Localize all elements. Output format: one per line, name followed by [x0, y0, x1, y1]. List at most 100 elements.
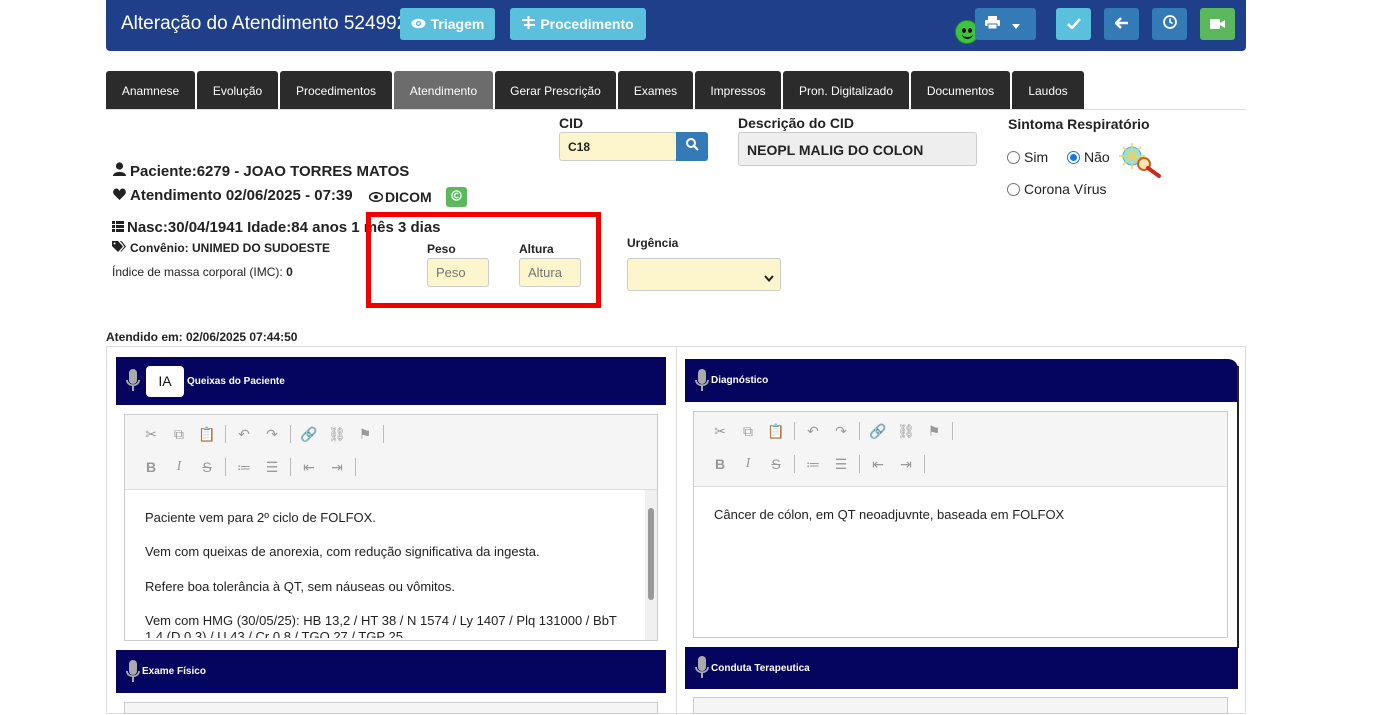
tab-impressos[interactable]: Impressos — [695, 71, 781, 110]
queixas-title: Queixas do Paciente — [187, 375, 285, 387]
cid-desc-field: NEOPL MALIG DO COLON — [738, 132, 977, 166]
triagem-button[interactable]: Triagem — [400, 8, 495, 40]
unlink-icon[interactable]: ⛓ — [323, 426, 351, 443]
tab-pron-digitalizado[interactable]: Pron. Digitalizado — [783, 71, 909, 110]
unlink-icon[interactable]: ⛓ — [892, 423, 920, 440]
urgencia-label: Urgência — [627, 236, 679, 250]
queixas-editor[interactable]: ✂ ⧉ 📋 ↶ ↷ 🔗 ⛓ ⚑ B I S ≔ ☰ ⇤ ⇥ Paciente v… — [124, 414, 658, 641]
tab-procedimentos[interactable]: Procedimentos — [280, 71, 392, 110]
cid-value: C18 — [568, 140, 591, 154]
ordered-list-icon[interactable]: ≔ — [799, 456, 827, 473]
bullet-list-icon[interactable]: ☰ — [827, 456, 855, 473]
microphone-icon[interactable] — [124, 368, 142, 394]
atendido-em: Atendido em: 02/06/2025 07:44:50 — [106, 330, 298, 344]
sintoma-nao-radio[interactable]: Não — [1067, 149, 1110, 165]
paste-icon[interactable]: 📋 — [762, 423, 790, 440]
editor-toolbar: ✂ ⧉ 📋 ↶ ↷ 🔗 ⛓ ⚑ B I S ≔ ☰ ⇤ ⇥ — [125, 415, 657, 490]
paste-icon[interactable]: 📋 — [193, 426, 221, 443]
cid-input[interactable]: C18 — [559, 132, 677, 161]
outdent-icon[interactable]: ⇤ — [864, 456, 892, 473]
italic-icon[interactable]: I — [734, 456, 762, 472]
cid-desc-value: NEOPL MALIG DO COLON — [747, 142, 924, 158]
altura-input[interactable] — [519, 258, 581, 287]
microphone-icon[interactable] — [693, 655, 711, 681]
dicom-label: DICOM — [385, 189, 432, 205]
history-button[interactable] — [1152, 8, 1187, 40]
back-button[interactable] — [1104, 8, 1139, 40]
exame-fisico-editor[interactable] — [124, 702, 658, 714]
dicom-link[interactable]: DICOM — [368, 189, 432, 205]
cut-icon[interactable]: ✂ — [706, 423, 734, 440]
eye-icon — [368, 189, 384, 205]
radio-unchecked — [1007, 182, 1020, 196]
flag-icon[interactable]: ⚑ — [351, 426, 379, 443]
cid-search-button[interactable] — [676, 132, 708, 161]
convenio-row: Convênio: UNIMED DO SUDOESTE — [112, 241, 330, 255]
video-call-button[interactable] — [1200, 8, 1235, 40]
patient-name-row: Paciente:6279 - JOAO TORRES MATOS — [113, 162, 409, 180]
scrollbar-thumb[interactable] — [648, 508, 654, 600]
tab-documentos[interactable]: Documentos — [911, 71, 1010, 110]
page-title: Alteração do Atendimento 524992 — [121, 13, 408, 34]
ia-button[interactable]: IA — [146, 365, 184, 397]
bullet-list-icon[interactable]: ☰ — [258, 459, 286, 476]
procedimento-label: Procedimento — [540, 16, 634, 32]
diagnostico-shadow — [1237, 366, 1239, 648]
user-icon — [113, 162, 126, 180]
link-icon[interactable]: 🔗 — [864, 423, 892, 440]
radio-unchecked — [1007, 150, 1020, 164]
exame-fisico-title: Exame Físico — [142, 666, 206, 677]
conduta-header: Conduta Terapeutica — [685, 647, 1238, 689]
procedimento-button[interactable]: Procedimento — [510, 8, 646, 40]
caret-down-icon — [1012, 16, 1020, 33]
diagnostico-editor[interactable]: ✂ ⧉ 📋 ↶ ↷ 🔗 ⛓ ⚑ B I S ≔ ☰ ⇤ ⇥ Câncer de … — [693, 411, 1228, 638]
microphone-icon[interactable] — [693, 368, 711, 394]
conduta-editor[interactable] — [693, 697, 1228, 714]
strike-icon[interactable]: S — [762, 456, 790, 472]
redo-icon[interactable]: ↷ — [258, 426, 286, 443]
bold-icon[interactable]: B — [137, 459, 165, 475]
flag-icon[interactable]: ⚑ — [920, 423, 948, 440]
nao-label: Não — [1084, 149, 1110, 165]
tab-exames[interactable]: Exames — [618, 71, 693, 110]
dicom-open-button[interactable] — [446, 187, 467, 207]
peso-label: Peso — [427, 242, 456, 256]
cid-desc-label: Descrição do CID — [738, 115, 854, 131]
indent-icon[interactable]: ⇥ — [323, 459, 351, 476]
bold-icon[interactable]: B — [706, 456, 734, 472]
link-icon[interactable]: 🔗 — [295, 426, 323, 443]
print-button[interactable] — [975, 8, 1036, 40]
peso-input[interactable] — [427, 258, 489, 287]
undo-icon[interactable]: ↶ — [799, 423, 827, 440]
tab-gerar-prescricao[interactable]: Gerar Prescrição — [495, 71, 616, 110]
procedure-icon — [522, 16, 536, 32]
copy-icon[interactable]: ⧉ — [734, 423, 762, 440]
confirm-button[interactable] — [1056, 8, 1091, 40]
tab-anamnese[interactable]: Anamnese — [106, 71, 195, 110]
sintoma-sim-radio[interactable]: Sim — [1007, 149, 1048, 165]
imc-row: Índice de massa corporal (IMC): 0 — [112, 265, 293, 279]
patient-name: Paciente:6279 - JOAO TORRES MATOS — [130, 162, 410, 180]
panel-divider — [676, 347, 677, 715]
undo-icon[interactable]: ↶ — [230, 426, 258, 443]
strike-icon[interactable]: S — [193, 459, 221, 475]
editor-toolbar: ✂ ⧉ 📋 ↶ ↷ 🔗 ⛓ ⚑ B I S ≔ ☰ ⇤ ⇥ — [694, 412, 1227, 487]
ordered-list-icon[interactable]: ≔ — [230, 459, 258, 476]
tab-laudos[interactable]: Laudos — [1012, 71, 1084, 110]
indent-icon[interactable]: ⇥ — [892, 456, 920, 473]
urgencia-select[interactable] — [627, 258, 781, 291]
diagnostico-title: Diagnóstico — [711, 375, 769, 386]
tab-atendimento[interactable]: Atendimento — [394, 71, 493, 110]
corona-radio[interactable]: Corona Vírus — [1007, 181, 1106, 197]
tab-underline — [106, 109, 1246, 110]
italic-icon[interactable]: I — [165, 459, 193, 475]
microphone-icon[interactable] — [124, 659, 142, 685]
cut-icon[interactable]: ✂ — [137, 426, 165, 443]
diagnostico-header: Diagnóstico — [685, 359, 1238, 402]
outdent-icon[interactable]: ⇤ — [295, 459, 323, 476]
redo-icon[interactable]: ↷ — [827, 423, 855, 440]
copy-icon[interactable]: ⧉ — [165, 426, 193, 443]
editor-scrollbar[interactable] — [645, 490, 657, 640]
tab-evolucao[interactable]: Evolução — [197, 71, 278, 110]
queixas-paragraph: Refere boa tolerância à QT, sem náuseas … — [145, 578, 455, 594]
